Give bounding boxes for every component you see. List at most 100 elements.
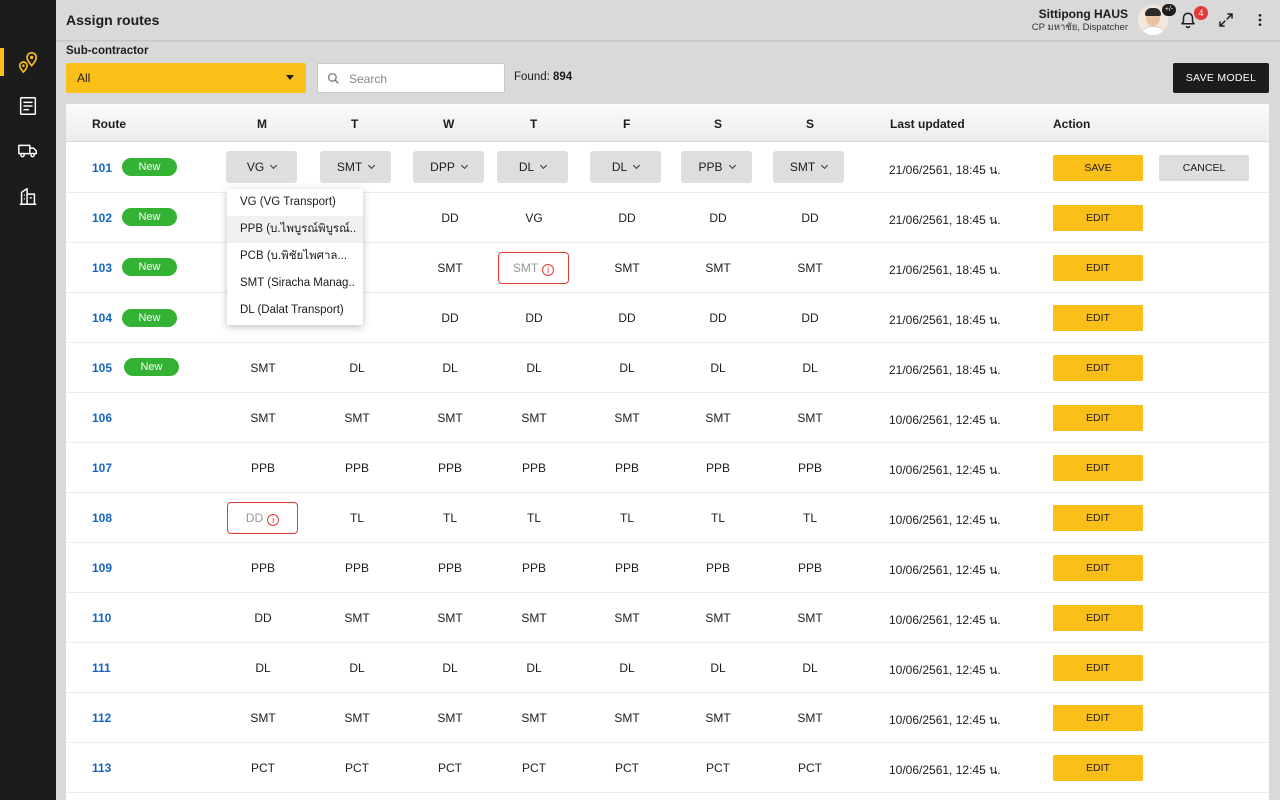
edit-button[interactable]: EDIT — [1053, 255, 1143, 281]
edit-button[interactable]: EDIT — [1053, 605, 1143, 631]
edit-button[interactable]: EDIT — [1053, 205, 1143, 231]
sidebar — [0, 0, 56, 800]
last-updated: 10/06/2561, 12:45 น. — [889, 713, 1001, 727]
day-cell-tue: SMT — [344, 711, 370, 725]
route-list-icon — [19, 97, 37, 115]
subcontractor-dropdown: VG (VG Transport) PPB (บ.ไพบูรณ์พิบูรณ์.… — [227, 189, 363, 325]
search-box[interactable] — [317, 63, 505, 93]
column-header-sun: S — [806, 117, 815, 131]
chevron-down-icon — [821, 161, 829, 170]
last-updated: 10/06/2561, 12:45 น. — [889, 563, 1001, 577]
route-link[interactable]: 103 — [92, 261, 112, 275]
day-cell-fri: PPB — [614, 461, 639, 475]
new-badge: New — [124, 358, 179, 376]
route-link[interactable]: 113 — [92, 761, 111, 775]
dropdown-option[interactable]: SMT (Siracha Manag.. — [227, 270, 363, 297]
day-cell-wed: PCT — [438, 761, 462, 775]
day-cell-thu: DD — [525, 311, 543, 325]
last-updated: 10/06/2561, 12:45 น. — [889, 513, 1001, 527]
day-cell-error-value: SMT — [512, 261, 539, 275]
table-row: 108 DD i TL TL TL TL TL TL 10/06/2561, 12:45 น. ED… — [66, 493, 1269, 543]
day-cell-thu: TL — [526, 511, 541, 525]
found-number: 894 — [553, 71, 573, 83]
day-cell-wed: SMT — [437, 411, 463, 425]
day-cell-sun: PCT — [798, 761, 822, 775]
edit-button[interactable]: EDIT — [1053, 455, 1143, 481]
edit-button[interactable]: EDIT — [1053, 305, 1143, 331]
route-link[interactable]: 106 — [92, 411, 112, 425]
table-row: 110 DD SMT SMT SMT SMT SMT SMT 10/06/2561, 12:45… — [66, 593, 1269, 643]
day-cell-sat: DD — [709, 311, 727, 325]
day-select-sun[interactable]: SMT — [773, 151, 844, 183]
day-cell-thu: DL — [526, 361, 542, 375]
sidebar-item-vehicles[interactable] — [0, 128, 56, 172]
day-cell-thu: SMT — [521, 611, 547, 625]
last-updated: 10/06/2561, 12:45 น. — [889, 463, 1001, 477]
day-select-fri[interactable]: DL — [590, 151, 661, 183]
day-select-sat[interactable]: PPB — [681, 151, 752, 183]
route-link[interactable]: 107 — [92, 461, 112, 475]
day-select-value: DL — [518, 160, 535, 174]
day-select-wed[interactable]: DPP — [413, 151, 484, 183]
edit-button[interactable]: EDIT — [1053, 555, 1143, 581]
dropdown-option[interactable]: VG (VG Transport) — [227, 189, 363, 216]
day-cell-sun: TL — [802, 511, 817, 525]
day-select-tue[interactable]: SMT — [320, 151, 391, 183]
edit-button[interactable]: EDIT — [1053, 355, 1143, 381]
edit-button[interactable]: EDIT — [1053, 655, 1143, 681]
last-updated: 21/06/2561, 18:45 น. — [889, 213, 1001, 227]
edit-button[interactable]: EDIT — [1053, 405, 1143, 431]
table-row: 109 PPB PPB PPB PPB PPB PPB PPB 10/06/2561, 12:4… — [66, 543, 1269, 593]
day-select-thu[interactable]: DL — [497, 151, 568, 183]
last-updated: 21/06/2561, 18:45 น. — [889, 163, 1001, 177]
day-cell-tue: DL — [349, 361, 365, 375]
chevron-down-icon — [633, 161, 641, 170]
fullscreen-button[interactable] — [1216, 10, 1236, 30]
day-select-value: DPP — [430, 160, 455, 174]
day-cell-sun: DL — [802, 661, 818, 675]
day-cell-sun: SMT — [797, 611, 823, 625]
user-role: CP มหาชัย, Dispatcher — [1031, 22, 1128, 33]
table-row: 112 SMT SMT SMT SMT SMT SMT SMT 10/06/2561, 12:4… — [66, 693, 1269, 743]
dropdown-option[interactable]: PPB (บ.ไพบูรณ์พิบูรณ์.. — [227, 216, 363, 243]
day-cell-error[interactable]: DD i — [227, 502, 298, 534]
day-select-mon[interactable]: VG — [226, 151, 297, 183]
edit-button[interactable]: EDIT — [1053, 505, 1143, 531]
route-link[interactable]: 105 — [92, 361, 112, 375]
day-cell-fri: DD — [618, 311, 636, 325]
subcontractor-select[interactable]: All — [66, 63, 306, 93]
day-select-value: SMT — [336, 160, 363, 174]
day-select-value: VG — [246, 160, 265, 174]
edit-button[interactable]: EDIT — [1053, 705, 1143, 731]
cancel-button[interactable]: CANCEL — [1159, 155, 1249, 181]
dropdown-option[interactable]: DL (Dalat Transport) — [227, 297, 363, 324]
save-button[interactable]: SAVE — [1053, 155, 1143, 181]
route-link[interactable]: 112 — [92, 711, 111, 725]
route-link[interactable]: 111 — [92, 661, 111, 675]
dropdown-option[interactable]: PCB (บ.พิชัยไพศาล... — [227, 243, 363, 270]
route-link[interactable]: 104 — [92, 311, 112, 325]
route-link[interactable]: 109 — [92, 561, 112, 575]
route-link[interactable]: 110 — [92, 611, 111, 625]
route-link[interactable]: 102 — [92, 211, 112, 225]
day-cell-sat: PPB — [705, 461, 730, 475]
save-model-button[interactable]: SAVE MODEL — [1173, 63, 1269, 93]
search-input[interactable] — [349, 70, 499, 88]
sidebar-item-routes[interactable] — [0, 40, 56, 84]
day-cell-error[interactable]: SMT i — [498, 252, 569, 284]
edit-button[interactable]: EDIT — [1053, 755, 1143, 781]
day-cell-tue: PCT — [345, 761, 369, 775]
column-header-last-updated: Last updated — [890, 117, 965, 131]
table-row: 107 PPB PPB PPB PPB PPB PPB PPB 10/06/2561, 12:4… — [66, 443, 1269, 493]
last-updated: 10/06/2561, 12:45 น. — [889, 613, 1001, 627]
last-updated: 10/06/2561, 12:45 น. — [889, 663, 1001, 677]
sidebar-item-route-list[interactable] — [0, 84, 56, 128]
info-error-icon: i — [542, 264, 555, 276]
top-header: Assign routes Sittipong HAUS CP มหาชัย, … — [56, 0, 1280, 40]
more-menu-button[interactable] — [1250, 10, 1270, 30]
route-link[interactable]: 101 — [92, 161, 112, 175]
route-link[interactable]: 108 — [92, 511, 112, 525]
sidebar-item-depots[interactable] — [0, 174, 56, 218]
day-cell-sat: DL — [710, 361, 726, 375]
found-count: Found: 894 — [514, 71, 572, 83]
